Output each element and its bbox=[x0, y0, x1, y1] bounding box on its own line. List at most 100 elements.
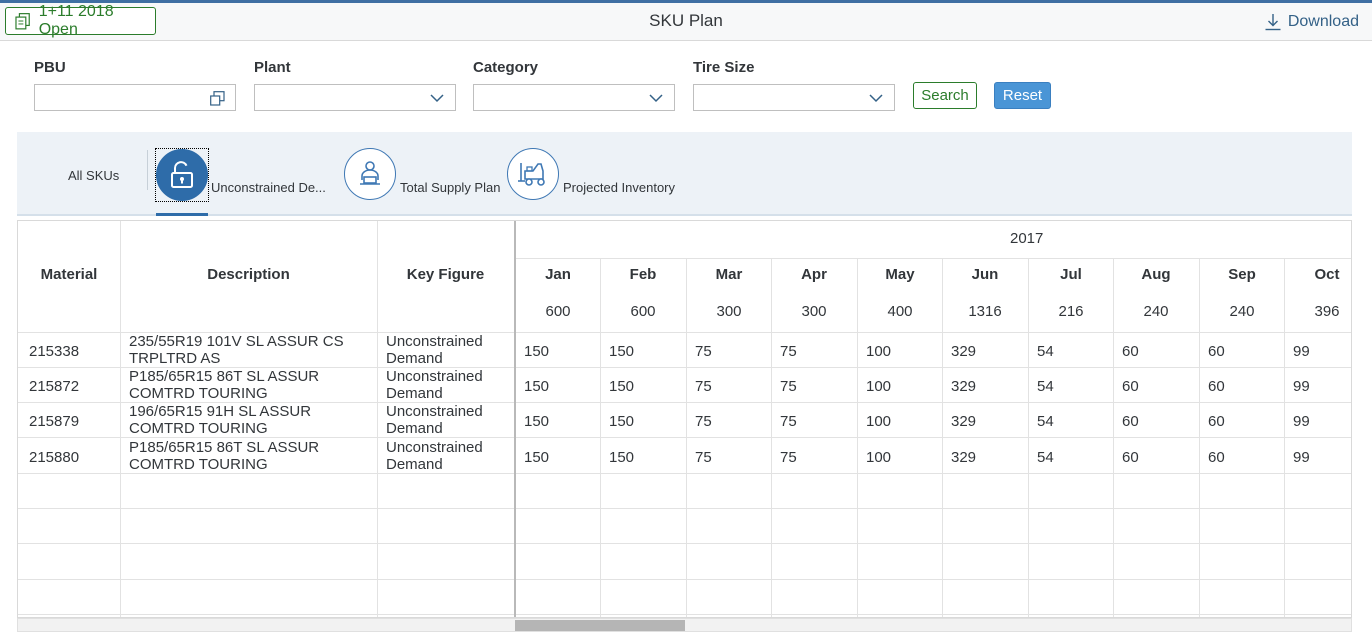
scrollbar-thumb[interactable] bbox=[515, 620, 685, 631]
cell-value-jul[interactable]: 54 bbox=[1037, 414, 1054, 430]
forklift-icon bbox=[518, 163, 545, 186]
total-jul: 216 bbox=[1058, 303, 1084, 320]
category-select[interactable] bbox=[473, 84, 675, 111]
cell-value-jun[interactable]: 329 bbox=[951, 450, 976, 466]
cell-value-oct[interactable]: 99 bbox=[1293, 344, 1310, 360]
header-month-sep[interactable]: Sep bbox=[1199, 266, 1285, 283]
cell-value-mar[interactable]: 75 bbox=[695, 379, 712, 395]
cell-material: 215880 bbox=[29, 449, 80, 466]
tab-unconstrained-label[interactable]: Unconstrained De... bbox=[211, 180, 326, 195]
total-may: 400 bbox=[887, 303, 913, 320]
cell-value-jul[interactable]: 54 bbox=[1037, 379, 1054, 395]
cell-value-jan[interactable]: 150 bbox=[524, 450, 549, 466]
cell-key-figure-line2: Demand bbox=[386, 420, 443, 437]
cell-value-sep[interactable]: 60 bbox=[1208, 344, 1225, 360]
cell-key-figure-line1: Unconstrained bbox=[386, 333, 483, 350]
horizontal-scrollbar[interactable] bbox=[17, 618, 1352, 632]
cell-value-aug[interactable]: 60 bbox=[1122, 450, 1139, 466]
tire-size-label: Tire Size bbox=[693, 59, 755, 76]
row-divider bbox=[18, 579, 1351, 580]
pbu-input[interactable] bbox=[34, 84, 236, 111]
tab-unconstrained-demand[interactable] bbox=[156, 149, 208, 201]
header-year: 2017 bbox=[1010, 230, 1044, 247]
header-description[interactable]: Description bbox=[120, 266, 377, 283]
header-month-feb[interactable]: Feb bbox=[600, 266, 686, 283]
plant-select[interactable] bbox=[254, 84, 456, 111]
search-button[interactable]: Search bbox=[913, 82, 977, 109]
year-row-divider bbox=[515, 258, 1351, 259]
download-button[interactable]: Download bbox=[1264, 10, 1359, 34]
total-mar: 300 bbox=[716, 303, 742, 320]
tab-separator bbox=[147, 150, 148, 190]
header-month-jul[interactable]: Jul bbox=[1028, 266, 1114, 283]
cell-value-aug[interactable]: 60 bbox=[1122, 379, 1139, 395]
cell-description-line1: 196/65R15 91H SL ASSUR bbox=[129, 403, 312, 420]
cell-value-aug[interactable]: 60 bbox=[1122, 344, 1139, 360]
cell-value-jun[interactable]: 329 bbox=[951, 379, 976, 395]
header-month-may[interactable]: May bbox=[857, 266, 943, 283]
cell-value-may[interactable]: 100 bbox=[866, 414, 891, 430]
cell-value-mar[interactable]: 75 bbox=[695, 344, 712, 360]
total-sep: 240 bbox=[1229, 303, 1255, 320]
cell-key-figure-line1: Unconstrained bbox=[386, 439, 483, 456]
reset-button[interactable]: Reset bbox=[994, 82, 1051, 109]
cell-value-may[interactable]: 100 bbox=[866, 379, 891, 395]
row-divider bbox=[18, 543, 1351, 544]
cell-value-jul[interactable]: 54 bbox=[1037, 344, 1054, 360]
cell-value-may[interactable]: 100 bbox=[866, 450, 891, 466]
row-divider bbox=[18, 437, 1351, 438]
cell-value-feb[interactable]: 150 bbox=[609, 414, 634, 430]
tab-all-skus[interactable]: All SKUs bbox=[68, 168, 119, 183]
cell-key-figure-line2: Demand bbox=[386, 350, 443, 367]
cell-value-jun[interactable]: 329 bbox=[951, 344, 976, 360]
cell-value-jan[interactable]: 150 bbox=[524, 344, 549, 360]
tab-projected-inventory[interactable] bbox=[507, 148, 559, 200]
cell-value-jun[interactable]: 329 bbox=[951, 414, 976, 430]
cell-value-oct[interactable]: 99 bbox=[1293, 450, 1310, 466]
cell-description-line1: P185/65R15 86T SL ASSUR bbox=[129, 368, 320, 385]
cell-value-mar[interactable]: 75 bbox=[695, 450, 712, 466]
tab-projected-inventory-label[interactable]: Projected Inventory bbox=[563, 180, 675, 195]
person-workstation-icon bbox=[360, 161, 380, 185]
header-month-aug[interactable]: Aug bbox=[1113, 266, 1199, 283]
cell-value-oct[interactable]: 99 bbox=[1293, 379, 1310, 395]
open-plan-label: 1+11 2018 Open bbox=[38, 3, 114, 38]
header-month-jun[interactable]: Jun bbox=[942, 266, 1028, 283]
header-key-figure[interactable]: Key Figure bbox=[377, 266, 514, 283]
cell-value-jan[interactable]: 150 bbox=[524, 414, 549, 430]
cell-value-mar[interactable]: 75 bbox=[695, 414, 712, 430]
value-help-icon[interactable] bbox=[210, 91, 225, 106]
cell-value-apr[interactable]: 75 bbox=[780, 414, 797, 430]
cell-material: 215872 bbox=[29, 378, 80, 395]
header-month-jan[interactable]: Jan bbox=[515, 266, 601, 283]
cell-value-jan[interactable]: 150 bbox=[524, 379, 549, 395]
header-material[interactable]: Material bbox=[18, 266, 120, 283]
cell-value-feb[interactable]: 150 bbox=[609, 450, 634, 466]
cell-value-feb[interactable]: 150 bbox=[609, 344, 634, 360]
tab-total-supply-label[interactable]: Total Supply Plan bbox=[400, 180, 500, 195]
cell-key-figure-line2: Demand bbox=[386, 385, 443, 402]
chevron-down-icon bbox=[649, 94, 663, 103]
cell-description-line2: COMTRD TOURING bbox=[129, 420, 268, 437]
cell-description-line2: TRPLTRD AS bbox=[129, 350, 221, 367]
cell-value-sep[interactable]: 60 bbox=[1208, 379, 1225, 395]
cell-value-sep[interactable]: 60 bbox=[1208, 414, 1225, 430]
cell-value-apr[interactable]: 75 bbox=[780, 450, 797, 466]
cell-value-apr[interactable]: 75 bbox=[780, 379, 797, 395]
cell-value-oct[interactable]: 99 bbox=[1293, 414, 1310, 430]
cell-value-feb[interactable]: 150 bbox=[609, 379, 634, 395]
open-plan-button[interactable]: 1+11 2018 Open bbox=[5, 3, 156, 38]
header-month-apr[interactable]: Apr bbox=[771, 266, 857, 283]
cell-value-may[interactable]: 100 bbox=[866, 344, 891, 360]
cell-value-sep[interactable]: 60 bbox=[1208, 450, 1225, 466]
header-month-oct[interactable]: Oct bbox=[1284, 266, 1351, 283]
cell-value-aug[interactable]: 60 bbox=[1122, 414, 1139, 430]
tab-total-supply-plan[interactable] bbox=[344, 148, 396, 200]
cell-material: 215879 bbox=[29, 413, 80, 430]
tire-size-select[interactable] bbox=[693, 84, 895, 111]
total-apr: 300 bbox=[801, 303, 827, 320]
cell-value-apr[interactable]: 75 bbox=[780, 344, 797, 360]
cell-key-figure-line2: Demand bbox=[386, 456, 443, 473]
cell-value-jul[interactable]: 54 bbox=[1037, 450, 1054, 466]
header-month-mar[interactable]: Mar bbox=[686, 266, 772, 283]
